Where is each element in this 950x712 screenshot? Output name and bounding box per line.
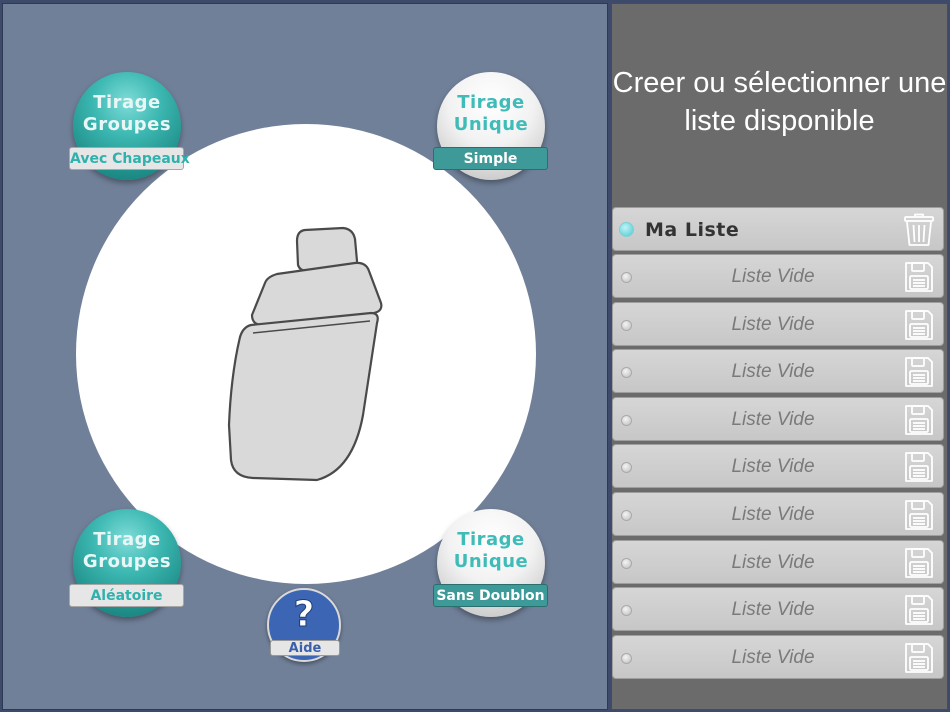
mode-title: Tirage Unique	[453, 92, 529, 135]
list-row-label: Liste Vide	[731, 504, 815, 525]
unselected-indicator-icon	[621, 558, 632, 569]
mode-groups-random-button[interactable]: Tirage Groupes Aléatoire	[69, 509, 185, 621]
list-row[interactable]: Liste Vide	[612, 635, 944, 679]
list-row-active[interactable]: Ma Liste	[612, 207, 944, 251]
list-row-label: Ma Liste	[645, 219, 740, 241]
save-icon[interactable]	[903, 308, 935, 342]
save-icon[interactable]	[903, 450, 935, 484]
list-row-label: Liste Vide	[731, 314, 815, 335]
help-label: Aide	[270, 640, 340, 656]
list-row-label: Liste Vide	[731, 552, 815, 573]
list-row-label: Liste Vide	[731, 456, 815, 477]
page-title: Creer ou sélectionner une liste disponib…	[612, 67, 947, 137]
help-button[interactable]: ? Aide	[267, 588, 343, 662]
mode-title: Tirage Unique	[453, 529, 529, 572]
list-row[interactable]: Liste Vide	[612, 540, 944, 584]
selected-indicator-icon	[619, 222, 634, 237]
list-row-label: Liste Vide	[731, 599, 815, 620]
mode-unique-nodup-button[interactable]: Tirage Unique Sans Doublon	[433, 509, 549, 621]
list-row[interactable]: Liste Vide	[612, 349, 944, 393]
save-icon[interactable]	[903, 546, 935, 580]
mode-tag: Avec Chapeaux	[69, 147, 190, 170]
mode-title: Tirage Groupes	[82, 92, 172, 135]
list-row[interactable]: Liste Vide	[612, 397, 944, 441]
list-row-label: Liste Vide	[731, 266, 815, 287]
list-row[interactable]: Liste Vide	[612, 492, 944, 536]
save-icon[interactable]	[903, 498, 935, 532]
save-icon[interactable]	[903, 641, 935, 675]
mode-unique-simple-button[interactable]: Tirage Unique Simple	[433, 72, 549, 184]
unselected-indicator-icon	[621, 272, 632, 283]
list-row[interactable]: Liste Vide	[612, 254, 944, 298]
list-row-label: Liste Vide	[731, 647, 815, 668]
mode-tag: Sans Doublon	[433, 584, 548, 607]
list-row[interactable]: Liste Vide	[612, 302, 944, 346]
unselected-indicator-icon	[621, 367, 632, 378]
unselected-indicator-icon	[621, 510, 632, 521]
save-icon[interactable]	[903, 355, 935, 389]
save-icon[interactable]	[903, 593, 935, 627]
save-icon[interactable]	[903, 403, 935, 437]
mode-tag: Aléatoire	[69, 584, 184, 607]
list-row-label: Liste Vide	[731, 361, 815, 382]
mode-groups-hats-button[interactable]: Tirage Groupes Avec Chapeaux	[69, 72, 190, 184]
mode-title: Tirage Groupes	[82, 529, 172, 572]
list-row[interactable]: Liste Vide	[612, 444, 944, 488]
unselected-indicator-icon	[621, 320, 632, 331]
trash-icon[interactable]	[903, 213, 935, 247]
shaker-icon[interactable]	[225, 225, 385, 487]
question-mark-icon: ?	[293, 594, 315, 636]
list-row-label: Liste Vide	[731, 409, 815, 430]
save-icon[interactable]	[903, 260, 935, 294]
unselected-indicator-icon	[621, 605, 632, 616]
unselected-indicator-icon	[621, 462, 632, 473]
mode-tag: Simple	[433, 147, 548, 170]
unselected-indicator-icon	[621, 415, 632, 426]
unselected-indicator-icon	[621, 653, 632, 664]
list-row[interactable]: Liste Vide	[612, 587, 944, 631]
